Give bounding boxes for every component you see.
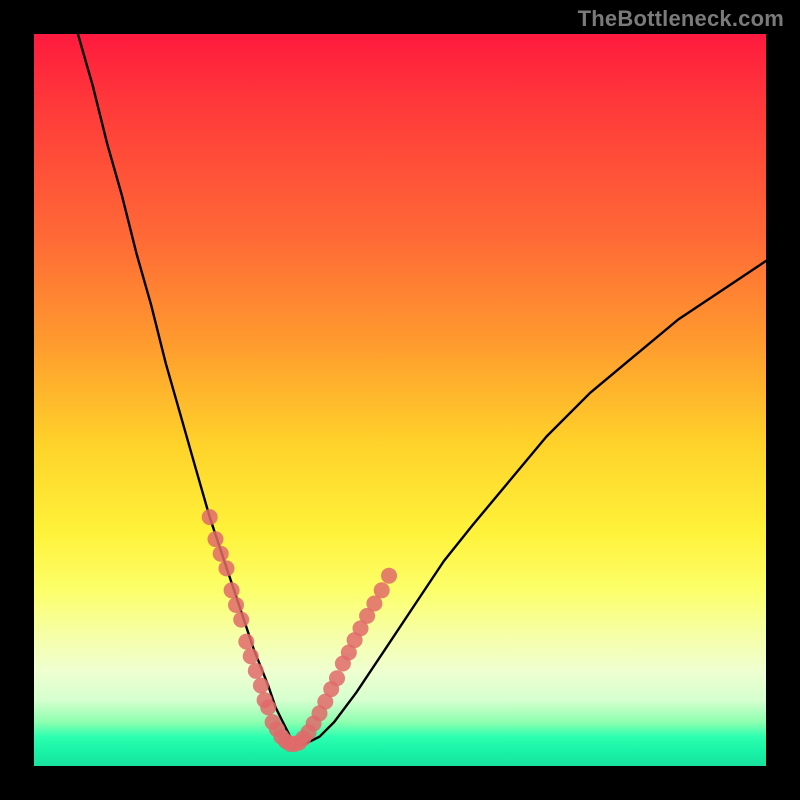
marker-dot <box>202 509 218 525</box>
marker-dot <box>208 531 224 547</box>
marker-dot <box>238 634 254 650</box>
marker-dot <box>374 582 390 598</box>
bottleneck-curve <box>78 34 766 744</box>
marker-dot <box>213 546 229 562</box>
marker-dot <box>228 597 244 613</box>
chart-frame: TheBottleneck.com <box>0 0 800 800</box>
chart-svg <box>34 34 766 766</box>
marker-dot <box>260 699 276 715</box>
marker-dot <box>253 678 269 694</box>
marker-dot <box>243 648 259 664</box>
marker-dot <box>329 670 345 686</box>
marker-dot <box>248 663 264 679</box>
marker-dot <box>233 612 249 628</box>
marker-dot <box>219 560 235 576</box>
watermark-text: TheBottleneck.com <box>578 6 784 32</box>
marker-dot <box>224 582 240 598</box>
dense-point-markers <box>202 509 397 752</box>
marker-dot <box>381 568 397 584</box>
plot-area <box>34 34 766 766</box>
